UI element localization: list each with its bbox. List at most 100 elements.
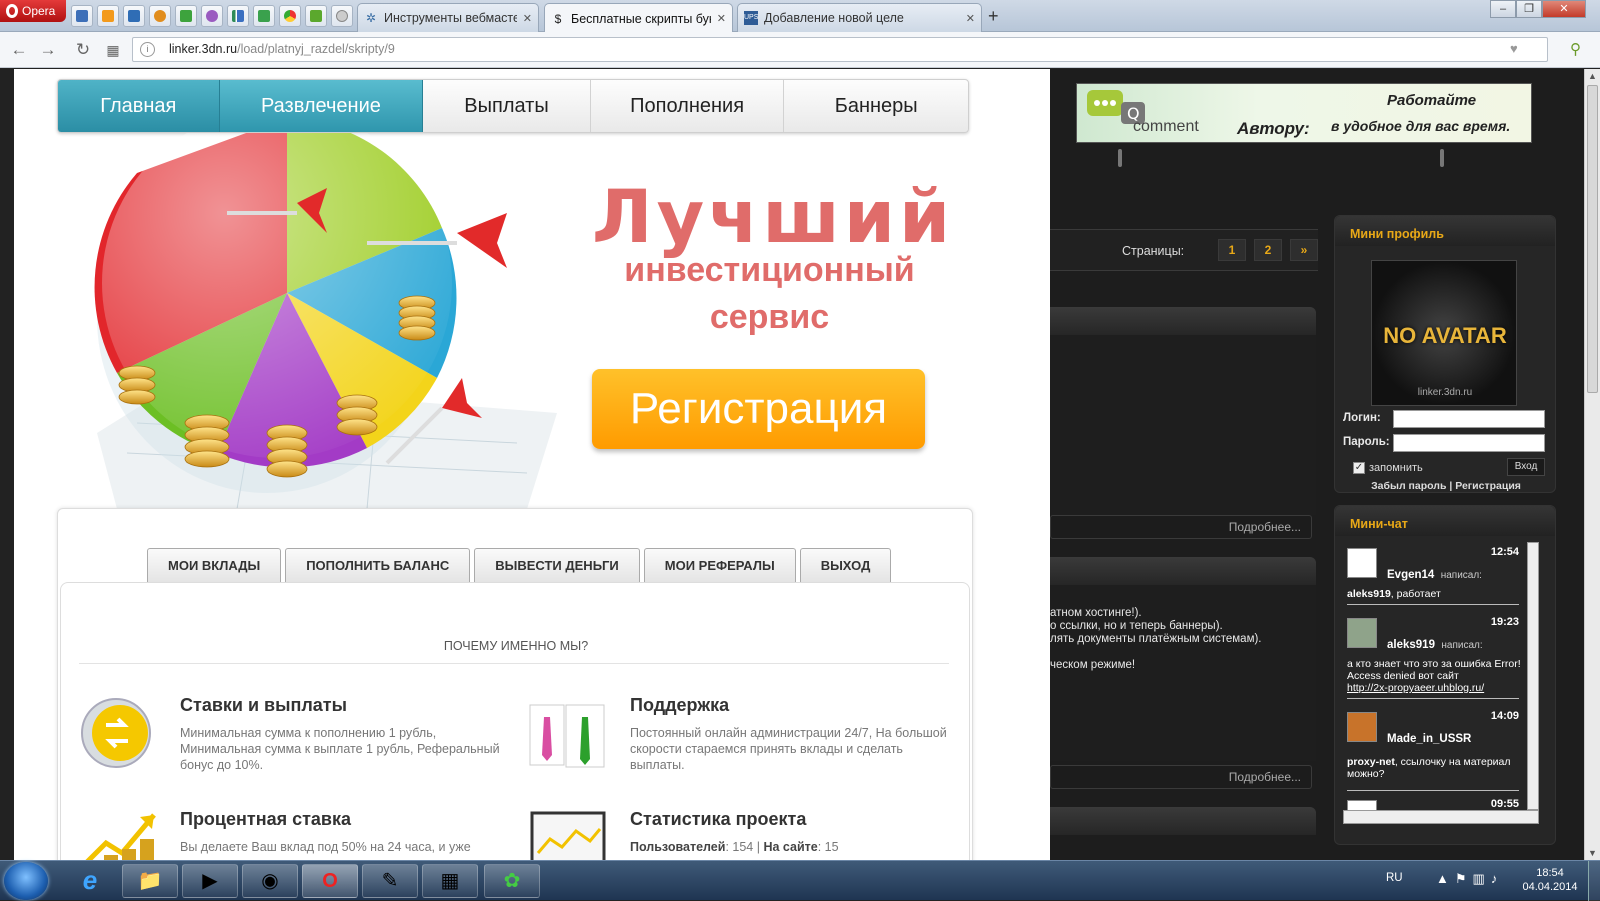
hero-subtitle-line1: инвестиционный [624, 251, 915, 289]
tab-withdraw[interactable]: ВЫВЕСТИ ДЕНЬГИ [474, 548, 640, 582]
forward-arrow-icon[interactable]: → [37, 39, 59, 61]
mini-chat-block: Мини-чат 12:54 Evgen14 написал: aleks919… [1334, 505, 1556, 845]
chat-horizontal-scrollbar[interactable] [1343, 810, 1539, 824]
new-tab-button[interactable]: + [988, 6, 999, 27]
speed-dial-pin-1-icon[interactable] [71, 5, 93, 27]
opera-taskbar-icon[interactable]: O [302, 864, 358, 898]
icq-flower-icon[interactable]: ✿ [484, 864, 540, 898]
remember-me-checkbox[interactable]: ✓ запомнить [1353, 462, 1423, 474]
tab-logout[interactable]: ВЫХОД [799, 548, 892, 582]
purple-pin-icon[interactable] [201, 5, 223, 27]
scroll-up-arrow-icon[interactable]: ▲ [1588, 71, 1597, 81]
forgot-password-link[interactable]: Забыл пароль [1371, 480, 1446, 492]
speed-dial-grid-icon[interactable]: ▦ [102, 39, 124, 61]
page-1-link[interactable]: 1 [1218, 239, 1246, 261]
read-more-link-1[interactable]: Подробнее... [1050, 515, 1312, 539]
register-link[interactable]: Регистрация [1455, 480, 1521, 492]
network-icon[interactable]: ▥ [1473, 871, 1491, 886]
tab-label: Бесплатные скрипты бук [571, 11, 711, 26]
calculator-icon[interactable]: ▦ [422, 864, 478, 898]
author-ad-banner[interactable]: Q comment Автору: Работайте в удобное дл… [1076, 83, 1532, 143]
user-avatar [1347, 618, 1377, 648]
close-tab-icon[interactable]: ✕ [966, 12, 975, 25]
system-clock[interactable]: 18:54 04.04.2014 [1520, 866, 1580, 894]
gold-coin-arrow-icon [81, 698, 151, 768]
minimize-button[interactable]: – [1490, 0, 1516, 18]
user-avatar [1347, 800, 1377, 810]
login-button[interactable]: Вход [1507, 458, 1545, 476]
tab-my-referrals[interactable]: МОИ РЕФЕРАЛЫ [643, 548, 796, 582]
reload-icon[interactable]: ↻ [72, 39, 94, 61]
hero-subtitle-line2: сервис [709, 298, 830, 336]
nav-payouts[interactable]: Выплаты [423, 80, 591, 132]
heart-bookmark-icon[interactable]: ♥ [1510, 41, 1518, 56]
tab-new-goal[interactable]: UPS Добавление новой целе ✕ [737, 3, 982, 32]
author-name[interactable]: Made_in_USSR [1387, 733, 1471, 745]
chrome-like-pin-icon[interactable] [279, 5, 301, 27]
register-button[interactable]: Регистрация [592, 369, 925, 449]
tab-webmaster-tools[interactable]: ✲ Инструменты вебмастер ✕ [357, 3, 539, 32]
money-pin-icon[interactable] [253, 5, 275, 27]
site-info-icon[interactable]: i [140, 42, 155, 57]
shirts-ties-icon [529, 704, 605, 768]
action-center-flag-icon[interactable]: ⚑ [1455, 871, 1473, 886]
show-hidden-icons-icon[interactable]: ▲ [1436, 871, 1455, 886]
page-2-link[interactable]: 2 [1254, 239, 1282, 261]
media-player-icon[interactable]: ▶ [182, 864, 238, 898]
chat-message: 09:55 [1343, 794, 1523, 810]
tab-top-up-balance[interactable]: ПОПОЛНИТЬ БАЛАНС [285, 548, 471, 582]
email-pin-icon[interactable] [175, 5, 197, 27]
scroll-down-arrow-icon[interactable]: ▼ [1588, 848, 1597, 858]
chat-pin-icon[interactable] [123, 5, 145, 27]
feature-text: Постоянный онлайн администрации 24/7, На… [630, 726, 947, 772]
password-input[interactable] [1393, 434, 1545, 452]
tab-free-scripts[interactable]: $ Бесплатные скрипты бук ✕ [544, 3, 733, 33]
next-page-link[interactable]: » [1290, 239, 1318, 261]
opera-menu-label: Opera [22, 4, 56, 18]
avatar-placeholder-text: NO AVATAR [1383, 323, 1507, 348]
close-tab-icon[interactable]: ✕ [523, 12, 532, 25]
globe-pin-icon[interactable] [331, 5, 353, 27]
nav-deposits[interactable]: Пополнения [591, 80, 785, 132]
login-input[interactable] [1393, 410, 1545, 428]
language-indicator[interactable]: RU [1386, 872, 1403, 884]
news-line: ческом режиме! [1050, 659, 1136, 671]
tab-my-deposits[interactable]: МОИ ВКЛАДЫ [147, 548, 282, 582]
nav-entertainment[interactable]: Развлечение [219, 80, 424, 132]
notepad-icon[interactable]: ✎ [362, 864, 418, 898]
back-arrow-icon[interactable]: ← [8, 39, 30, 61]
start-button[interactable] [4, 862, 48, 900]
message-time: 09:55 [1490, 798, 1519, 810]
odnoklassniki-pin-icon[interactable] [97, 5, 119, 27]
page-vertical-scrollbar[interactable]: ▲ ▼ [1584, 69, 1600, 860]
address-bar[interactable]: linker.3dn.ru/load/platnyj_razdel/skript… [132, 37, 1548, 62]
author-name[interactable]: aleks919 [1387, 639, 1435, 651]
green-box-pin-icon[interactable] [305, 5, 327, 27]
scrollbar-thumb[interactable] [1587, 85, 1598, 393]
pages-label: Страницы: [1122, 244, 1185, 258]
internet-explorer-icon[interactable]: e [62, 864, 118, 898]
stats-pin-icon[interactable] [227, 5, 249, 27]
extension-icon[interactable]: ⚲ [1570, 40, 1581, 58]
nav-banners[interactable]: Баннеры [784, 80, 968, 132]
password-label: Пароль: [1343, 436, 1390, 448]
read-more-link-2[interactable]: Подробнее... [1050, 765, 1312, 789]
message-link[interactable]: http://2x-propyaeer.uhblog.ru/ [1347, 682, 1523, 694]
feature-title: Статистика проекта [630, 809, 807, 829]
dark-left-edge [0, 69, 14, 860]
news-block-3-header [1050, 807, 1316, 835]
file-explorer-icon[interactable]: 📁 [122, 864, 178, 898]
opera-menu-button[interactable]: Opera [0, 0, 66, 22]
nav-home[interactable]: Главная [58, 80, 220, 132]
mail-at-pin-icon[interactable] [149, 5, 171, 27]
dollar-icon: $ [554, 11, 562, 26]
maximize-button[interactable]: ❐ [1516, 0, 1542, 18]
author-name[interactable]: Evgen14 [1387, 569, 1434, 581]
close-window-button[interactable]: ✕ [1542, 0, 1586, 18]
chat-message: 19:23 aleks919 написал: а кто знает что … [1343, 612, 1523, 702]
chrome-icon[interactable]: ◉ [242, 864, 298, 898]
volume-icon[interactable]: ♪ [1491, 871, 1504, 886]
chat-vertical-scrollbar[interactable] [1527, 542, 1539, 810]
close-tab-icon[interactable]: ✕ [717, 12, 726, 25]
show-desktop-button[interactable] [1588, 861, 1600, 901]
